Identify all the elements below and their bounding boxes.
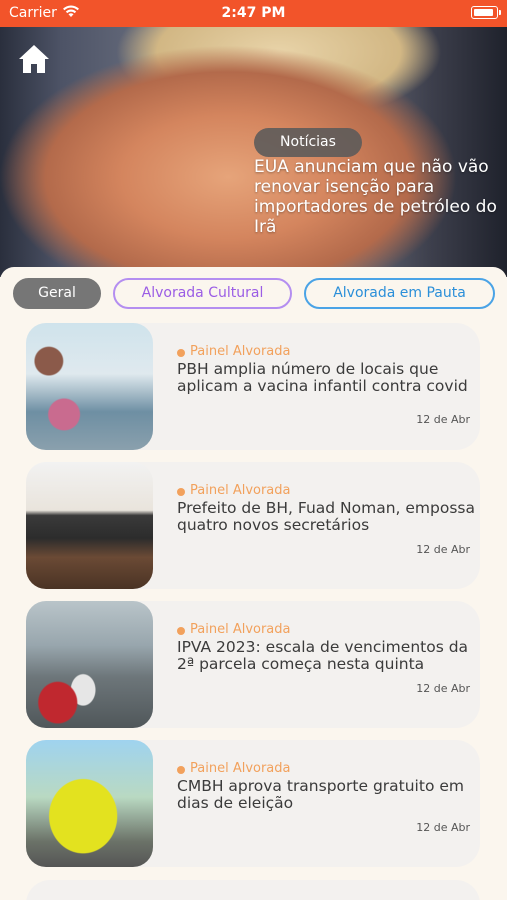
news-source: Painel Alvorada	[190, 344, 291, 359]
status-bar: Carrier 2:47 PM	[0, 0, 507, 27]
hero-banner[interactable]: Notícias EUA anunciam que não vão renova…	[0, 27, 507, 277]
news-card-partial[interactable]	[26, 880, 480, 900]
status-time: 2:47 PM	[221, 5, 286, 21]
battery-icon	[471, 6, 501, 19]
news-source: Painel Alvorada	[190, 483, 291, 498]
source-dot-icon	[177, 349, 185, 357]
news-card[interactable]: Painel Alvorada IPVA 2023: escala de ven…	[26, 601, 480, 728]
news-card[interactable]: Painel Alvorada PBH amplia número de loc…	[26, 323, 480, 450]
source-dot-icon	[177, 766, 185, 774]
news-source: Painel Alvorada	[190, 622, 291, 637]
home-icon[interactable]	[17, 43, 51, 75]
filter-alvorada-em-pauta[interactable]: Alvorada em Pauta	[304, 278, 495, 309]
news-title: PBH amplia número de locais que aplicam …	[177, 360, 468, 395]
source-dot-icon	[177, 627, 185, 635]
news-title: Prefeito de BH, Fuad Noman, empossa quat…	[177, 499, 475, 534]
news-title: IPVA 2023: escala de vencimentos da 2ª p…	[177, 638, 469, 673]
news-source: Painel Alvorada	[190, 761, 291, 776]
source-dot-icon	[177, 488, 185, 496]
news-thumbnail	[26, 740, 153, 867]
news-date: 12 de Abr	[416, 821, 470, 834]
news-thumbnail	[26, 601, 153, 728]
news-date: 12 de Abr	[416, 413, 470, 426]
hero-headline[interactable]: EUA anunciam que não vão renovar isenção…	[254, 157, 504, 237]
news-title: CMBH aprova transporte gratuito em dias …	[177, 777, 464, 812]
news-thumbnail	[26, 462, 153, 589]
news-date: 12 de Abr	[416, 543, 470, 556]
news-panel: Geral Alvorada Cultural Alvorada em Paut…	[0, 267, 507, 900]
hero-category-chip: Notícias	[254, 128, 362, 157]
filter-alvorada-cultural[interactable]: Alvorada Cultural	[113, 278, 292, 309]
news-card[interactable]: Painel Alvorada Prefeito de BH, Fuad Nom…	[26, 462, 480, 589]
news-thumbnail	[26, 323, 153, 450]
news-date: 12 de Abr	[416, 682, 470, 695]
filter-geral[interactable]: Geral	[13, 278, 101, 309]
news-card[interactable]: Painel Alvorada CMBH aprova transporte g…	[26, 740, 480, 867]
